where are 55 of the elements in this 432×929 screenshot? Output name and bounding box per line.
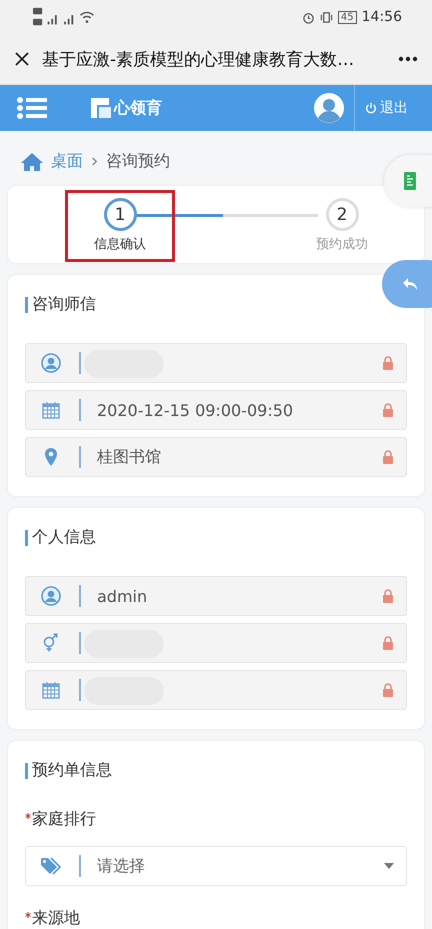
step-circle[interactable]: 1 <box>104 198 136 231</box>
select-placeholder: 请选择 <box>97 856 146 876</box>
locked-field[interactable] <box>25 670 407 710</box>
locked-field[interactable]: admin <box>25 576 407 616</box>
brand-name: 心领育 <box>114 98 162 118</box>
status-time: 14:56 <box>362 9 402 25</box>
document-icon <box>404 172 416 190</box>
lock-icon <box>382 450 394 464</box>
locked-field[interactable]: 桂图书馆 <box>25 437 407 477</box>
lock-icon <box>382 683 394 697</box>
title-accent <box>25 296 28 312</box>
calendar-icon <box>40 400 62 420</box>
step-label: 信息确认 <box>94 236 146 253</box>
signal-icon <box>33 6 97 28</box>
section-title: 咨询师信 <box>32 294 96 315</box>
close-icon[interactable] <box>14 51 30 67</box>
chevron-icon <box>91 156 98 167</box>
step-circle[interactable]: 2 <box>326 198 358 231</box>
section-title: 个人信息 <box>32 527 96 548</box>
locked-field[interactable] <box>25 343 407 383</box>
field-value: 2020-12-15 09:00-09:50 <box>97 400 294 420</box>
logo-icon <box>90 97 112 119</box>
lock-icon <box>382 356 394 370</box>
alarm-icon <box>302 10 315 24</box>
step-label: 预约成功 <box>316 236 368 253</box>
field-value: 桂图书馆 <box>97 446 162 468</box>
field-value: admin <box>97 586 148 606</box>
breadcrumb-current: 咨询预约 <box>106 151 170 172</box>
title-accent <box>25 530 28 546</box>
user-icon <box>40 586 62 606</box>
tag-icon <box>40 856 62 876</box>
lock-icon <box>382 403 394 417</box>
lock-icon <box>382 636 394 650</box>
calendar-icon <box>40 680 62 700</box>
user-icon <box>40 353 62 373</box>
more-icon[interactable] <box>398 56 418 62</box>
section-title: 预约单信息 <box>32 760 112 781</box>
caret-icon <box>384 863 394 869</box>
page-title: 基于应激-素质模型的心理健康教育大数… <box>42 48 356 70</box>
floating-button[interactable] <box>384 155 432 207</box>
lock-icon <box>382 589 394 603</box>
back-button[interactable] <box>382 260 432 308</box>
select-field[interactable]: 请选择 <box>25 846 407 886</box>
battery-level: 45 <box>338 10 357 24</box>
locked-field[interactable]: 2020-12-15 09:00-09:50 <box>25 390 407 430</box>
locked-field[interactable] <box>25 623 407 663</box>
vibrate-icon <box>320 10 333 24</box>
power-icon <box>365 102 377 114</box>
reply-arrow-icon <box>402 277 418 291</box>
title-accent <box>25 762 28 778</box>
field-label: 来源地 <box>32 908 80 929</box>
avatar-icon[interactable] <box>313 92 345 124</box>
field-label: 家庭排行 <box>32 809 96 830</box>
menu-icon[interactable] <box>17 97 47 119</box>
home-icon[interactable] <box>21 152 43 172</box>
